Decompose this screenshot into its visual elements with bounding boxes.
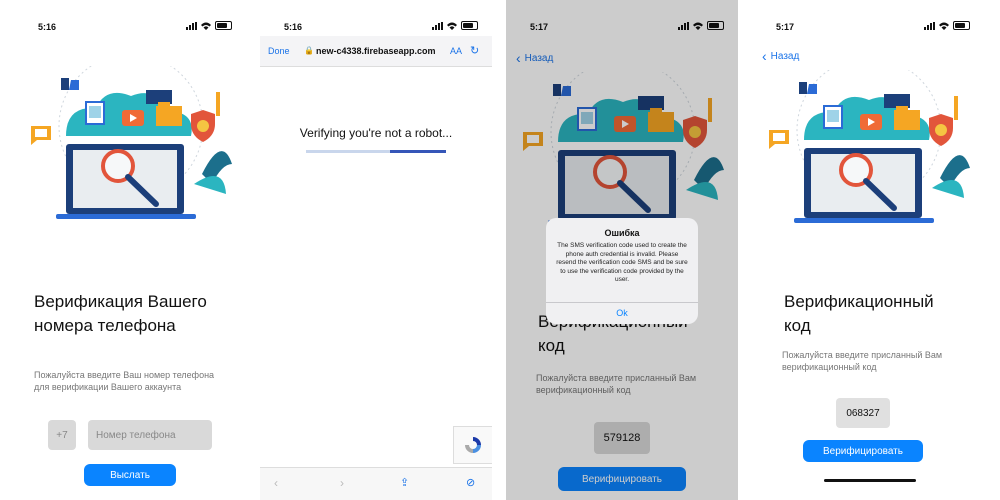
page-subtitle: Пожалуйста введите Ваш номер телефона дл… — [34, 370, 215, 392]
browser-address-bar: Done 🔒 new-c4338.firebaseapp.com AA ↻ — [260, 36, 492, 67]
browser-toolbar: ‹ › ⇪ ⊘ — [260, 467, 492, 500]
url-text[interactable]: new-c4338.firebaseapp.com — [316, 46, 436, 56]
recaptcha-badge[interactable] — [453, 426, 492, 464]
phone-screen-code-entry: 5:17 ‹ Назад Верификационный код Пожалуй… — [752, 0, 984, 500]
code-input[interactable]: 068327 — [836, 398, 890, 428]
progress-bar — [306, 150, 446, 153]
battery-icon — [215, 21, 232, 30]
done-button[interactable]: Done — [268, 46, 290, 56]
battery-icon — [461, 21, 478, 30]
phone-screen-recaptcha: 5:16 Done 🔒 new-c4338.firebaseapp.com AA… — [260, 0, 492, 500]
status-time: 5:17 — [776, 22, 795, 32]
alert-message: The SMS verification code used to create… — [556, 242, 688, 283]
back-label: Назад — [770, 50, 800, 62]
recaptcha-icon — [465, 437, 481, 453]
text-size-button[interactable]: AA — [450, 46, 462, 56]
error-alert: Ошибка The SMS verification code used to… — [546, 218, 698, 324]
alert-divider — [546, 302, 698, 303]
chevron-left-icon: ‹ — [762, 48, 767, 64]
verify-button[interactable]: Верифицировать — [803, 440, 923, 462]
share-icon[interactable]: ⇪ — [400, 476, 409, 489]
home-indicator — [824, 479, 916, 482]
verification-illustration — [764, 70, 974, 230]
signal-icon — [432, 21, 443, 30]
status-bar: 5:16 — [260, 20, 492, 34]
alert-ok-button[interactable]: Ok — [546, 308, 698, 318]
alert-title: Ошибка — [604, 228, 640, 238]
page-title: Верификация Вашего номера телефона — [34, 292, 207, 335]
signal-icon — [186, 21, 197, 30]
verifying-text: Verifying you're not a robot... — [299, 126, 453, 140]
back-button[interactable]: ‹ Назад — [762, 48, 799, 64]
wifi-icon — [939, 22, 949, 30]
status-time: 5:16 — [284, 22, 303, 32]
phone-screen-phone-entry: 5:16 Верификация Вашего номера телефона … — [14, 0, 246, 500]
compass-icon[interactable]: ⊘ — [466, 476, 475, 489]
reload-icon[interactable]: ↻ — [470, 44, 479, 57]
status-bar: 5:17 — [752, 20, 984, 34]
page-subtitle: Пожалуйста введите присланный Вам верифи… — [782, 350, 943, 372]
status-time: 5:16 — [38, 22, 57, 32]
progress-fill — [390, 150, 446, 153]
wifi-icon — [201, 22, 211, 30]
battery-icon — [953, 21, 970, 30]
signal-icon — [924, 21, 935, 30]
back-arrow-icon[interactable]: ‹ — [274, 476, 278, 490]
phone-number-input[interactable]: Номер телефона — [88, 420, 212, 450]
verification-illustration — [26, 66, 236, 226]
phone-screen-code-error: 5:17 ‹ Назад Верификационный код Пожалуй… — [506, 0, 738, 500]
send-button[interactable]: Выслать — [84, 464, 176, 486]
page-title: Верификационный код — [784, 292, 934, 335]
wifi-icon — [447, 22, 457, 30]
lock-icon: 🔒 — [304, 46, 314, 55]
status-bar: 5:16 — [14, 20, 246, 34]
forward-arrow-icon[interactable]: › — [340, 476, 344, 490]
country-code-field[interactable]: +7 — [48, 420, 76, 450]
